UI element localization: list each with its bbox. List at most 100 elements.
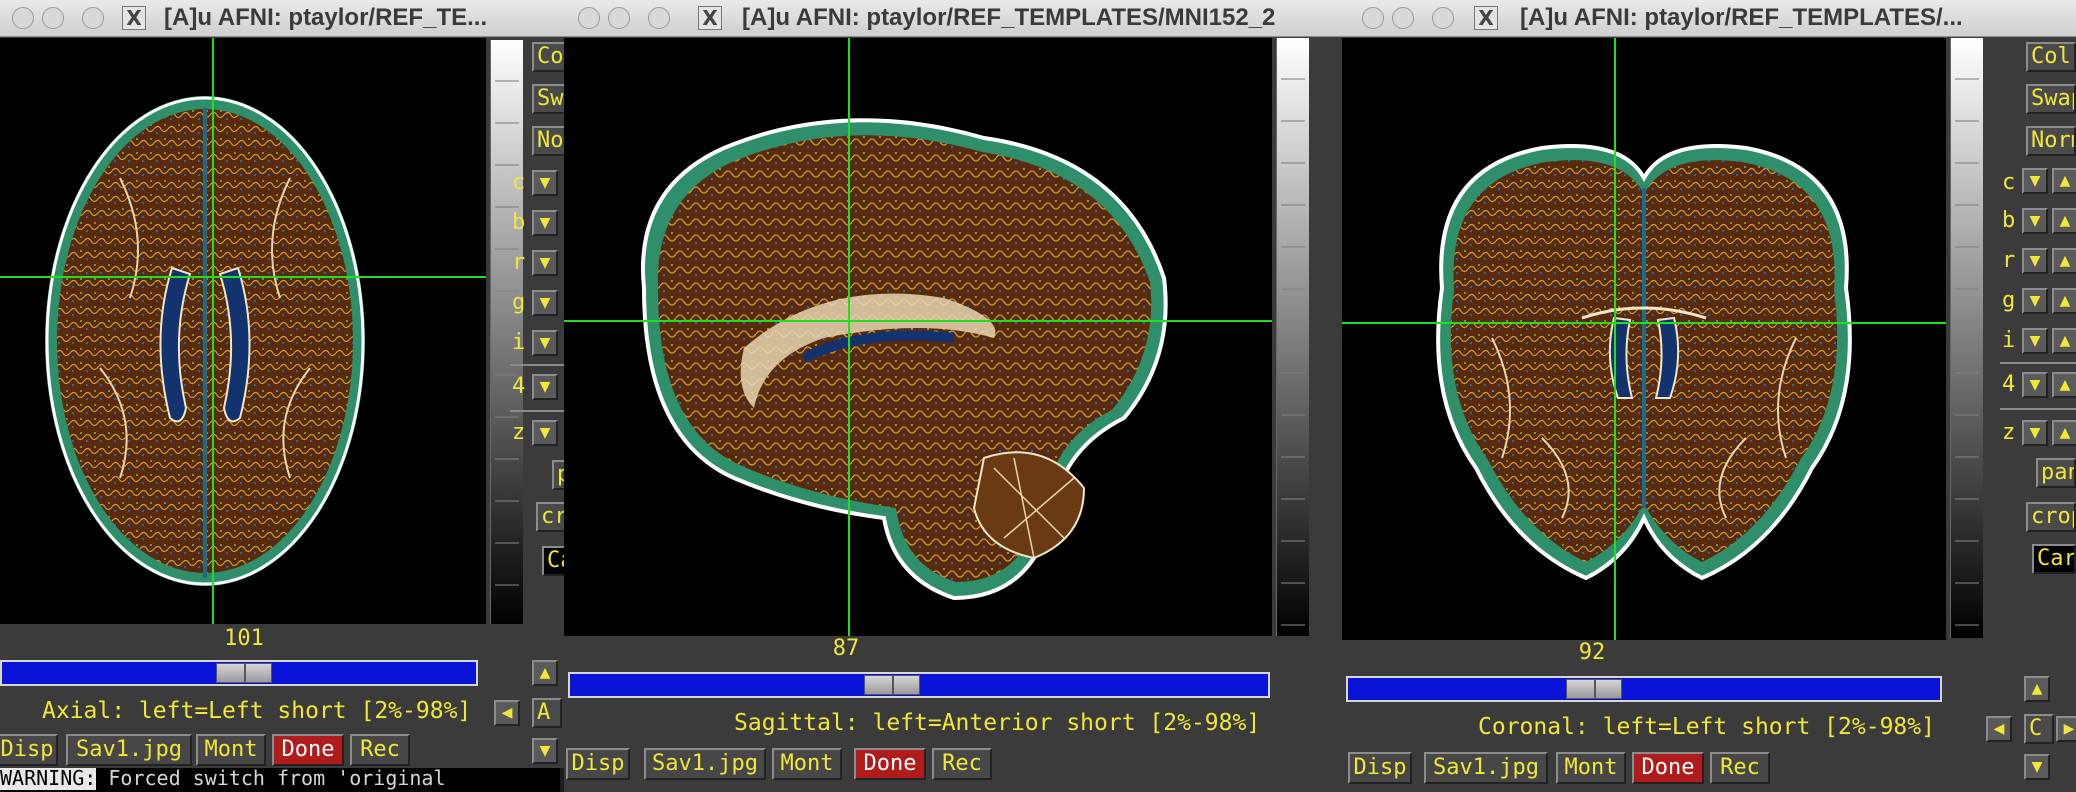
colr-button[interactable]: Colr	[532, 42, 564, 72]
pan-button[interactable]: pan	[552, 460, 564, 490]
z-down-arrow-icon[interactable]: ▼	[2022, 420, 2048, 446]
close-window-icon[interactable]	[578, 7, 600, 29]
divider	[510, 364, 564, 366]
side-letter-4: 4	[512, 374, 526, 399]
g-down-arrow-icon[interactable]: ▼	[2022, 288, 2048, 314]
divider	[510, 410, 564, 412]
left-arrow-icon[interactable]: ◀	[1986, 716, 2012, 742]
afni-window-coronal: X [A]u AFNI: ptaylor/REF_TEMPLATES/... 9…	[1340, 0, 2076, 792]
titlebar[interactable]: X [A]u AFNI: ptaylor/REF_TEMPLATES/MNI15…	[564, 0, 1340, 37]
zoom-window-icon[interactable]	[1432, 7, 1454, 29]
i-up-arrow-icon[interactable]: ▲	[2052, 328, 2076, 354]
divider	[2000, 362, 2076, 364]
b-down-arrow-icon[interactable]: ▼	[532, 210, 558, 236]
slice-slider[interactable]	[568, 672, 1270, 698]
rec-button[interactable]: Rec	[932, 748, 992, 780]
orientation-a-button[interactable]: A	[532, 698, 562, 728]
save-button[interactable]: Sav1.jpg	[1424, 752, 1548, 784]
titlebar[interactable]: X [A]u AFNI: ptaylor/REF_TEMPLATES/...	[1340, 0, 2076, 37]
side-letter-i: i	[512, 330, 526, 355]
titlebar[interactable]: X [A]u AFNI: ptaylor/REF_TE...	[0, 0, 564, 37]
swap-button[interactable]: Swap	[2026, 84, 2076, 114]
norm-button[interactable]: Norm	[2026, 126, 2076, 156]
c-down-arrow-icon[interactable]: ▼	[532, 170, 558, 196]
car-button[interactable]: Car	[2032, 544, 2076, 574]
a-up-arrow-icon[interactable]: ▲	[532, 660, 558, 686]
b-up-arrow-icon[interactable]: ▲	[2052, 208, 2076, 234]
r-down-arrow-icon[interactable]: ▼	[532, 250, 558, 276]
sagittal-image-view[interactable]	[564, 38, 1272, 636]
a-up-arrow-icon[interactable]: ▲	[2024, 676, 2050, 702]
side-letter-b: b	[2002, 208, 2016, 233]
4-down-arrow-icon[interactable]: ▼	[532, 374, 558, 400]
norm-button[interactable]: Norm	[532, 126, 564, 156]
crop-button[interactable]: crop	[2026, 502, 2076, 532]
r-down-arrow-icon[interactable]: ▼	[2022, 248, 2048, 274]
window-title: [A]u AFNI: ptaylor/REF_TEMPLATES/...	[1520, 4, 1963, 31]
minimize-window-icon[interactable]	[1392, 7, 1414, 29]
orientation-c-button[interactable]: C	[2024, 714, 2054, 744]
crosshair-vertical	[1614, 38, 1616, 640]
crop-button[interactable]: crop	[536, 502, 564, 532]
side-letter-c: c	[2002, 170, 2016, 195]
r-up-arrow-icon[interactable]: ▲	[2052, 248, 2076, 274]
mont-button[interactable]: Mont	[1556, 752, 1626, 784]
i-down-arrow-icon[interactable]: ▼	[532, 330, 558, 356]
disp-button[interactable]: Disp	[1348, 752, 1412, 784]
slider-thumb[interactable]	[1566, 679, 1622, 699]
crosshair-vertical	[212, 38, 214, 624]
side-letter-r: r	[512, 250, 526, 275]
disp-button[interactable]: Disp	[0, 734, 58, 766]
grayscale-bar[interactable]	[1276, 38, 1309, 636]
axial-image-view[interactable]	[0, 38, 486, 624]
left-arrow-icon[interactable]: ◀	[494, 700, 520, 726]
rec-button[interactable]: Rec	[350, 734, 410, 766]
bottom-down-arrow-icon[interactable]: ▼	[532, 738, 558, 764]
right-arrow-icon[interactable]: ▶	[2056, 716, 2076, 742]
x11-icon: X	[1474, 6, 1498, 30]
slider-thumb[interactable]	[216, 663, 272, 683]
save-button[interactable]: Sav1.jpg	[644, 748, 766, 780]
terminal-warning-label: WARNING:	[0, 766, 97, 790]
bottom-down-arrow-icon[interactable]: ▼	[2024, 754, 2050, 780]
close-window-icon[interactable]	[1362, 7, 1384, 29]
4-up-arrow-icon[interactable]: ▲	[2052, 372, 2076, 398]
slider-thumb[interactable]	[864, 675, 920, 695]
pan-button[interactable]: pan	[2036, 458, 2076, 488]
coronal-image-view[interactable]	[1342, 38, 1946, 640]
done-button[interactable]: Done	[1632, 752, 1704, 784]
c-down-arrow-icon[interactable]: ▼	[2022, 168, 2048, 194]
mont-button[interactable]: Mont	[772, 748, 842, 780]
minimize-window-icon[interactable]	[608, 7, 630, 29]
swap-button[interactable]: Swap	[532, 84, 564, 114]
b-down-arrow-icon[interactable]: ▼	[2022, 208, 2048, 234]
close-window-icon[interactable]	[12, 7, 34, 29]
zoom-window-icon[interactable]	[648, 7, 670, 29]
view-label: Axial: left=Left short [2%-98%]	[42, 698, 472, 724]
mont-button[interactable]: Mont	[196, 734, 266, 766]
slice-slider[interactable]	[1346, 676, 1942, 702]
4-down-arrow-icon[interactable]: ▼	[2022, 372, 2048, 398]
z-up-arrow-icon[interactable]: ▲	[2052, 420, 2076, 446]
z-down-arrow-icon[interactable]: ▼	[532, 420, 558, 446]
grayscale-bar[interactable]	[1950, 38, 1983, 638]
minimize-window-icon[interactable]	[42, 7, 64, 29]
colr-button[interactable]: Colr	[2026, 42, 2076, 72]
g-up-arrow-icon[interactable]: ▲	[2052, 288, 2076, 314]
c-up-arrow-icon[interactable]: ▲	[2052, 168, 2076, 194]
terminal-line: WARNING: Forced switch from 'original	[0, 764, 560, 792]
save-button[interactable]: Sav1.jpg	[66, 734, 192, 766]
car-button[interactable]: Car	[542, 546, 564, 576]
i-down-arrow-icon[interactable]: ▼	[2022, 328, 2048, 354]
slice-number: 101	[224, 626, 264, 651]
zoom-window-icon[interactable]	[82, 7, 104, 29]
crosshair-horizontal	[1342, 322, 1946, 324]
done-button[interactable]: Done	[854, 748, 926, 780]
disp-button[interactable]: Disp	[566, 748, 630, 780]
crosshair-horizontal	[564, 320, 1272, 322]
window-title: [A]u AFNI: ptaylor/REF_TE...	[164, 4, 488, 31]
g-down-arrow-icon[interactable]: ▼	[532, 290, 558, 316]
rec-button[interactable]: Rec	[1710, 752, 1770, 784]
slice-slider[interactable]	[0, 660, 478, 686]
done-button[interactable]: Done	[272, 734, 344, 766]
